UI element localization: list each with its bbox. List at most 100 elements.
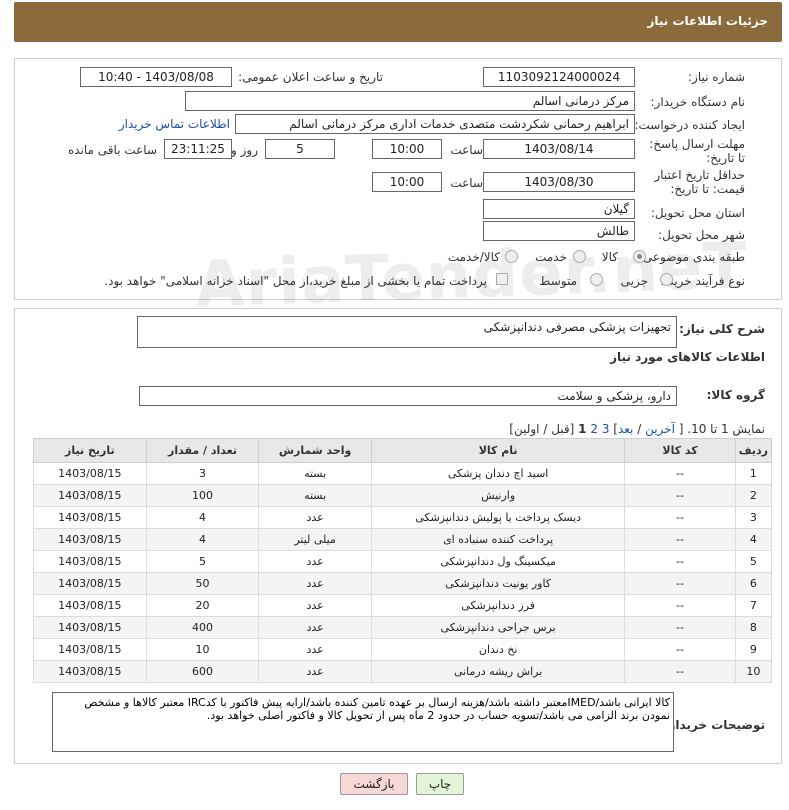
need-date-cell: 1403/08/15 (33, 550, 147, 573)
category-radio-service[interactable] (573, 250, 586, 263)
table-header-row: ردیف کد کالا نام کالا واحد شمارش تعداد /… (33, 438, 773, 463)
table-row: 3 -- دیسک پرداخت یا پولیش دندانپزشکی عدد 4 14… (33, 506, 773, 529)
quantity-cell: 400 (145, 616, 260, 639)
row-number-cell: 6 (734, 572, 773, 595)
goods-info-title: اطلاعات کالاهای مورد نیاز (610, 350, 765, 364)
table-row: 7 -- فرز دندانپزشکی عدد 20 1403/08/15 (33, 594, 773, 617)
unit-cell: عدد (258, 660, 372, 683)
need-number-field: 1103092124000024 (483, 67, 635, 87)
goods-code-cell: -- (624, 484, 736, 507)
creator-label: ایجاد کننده درخواست: (634, 118, 745, 132)
col-row-number: ردیف (734, 438, 773, 463)
treasury-payment-checkbox[interactable] (496, 273, 508, 285)
city-field: طالش (483, 221, 635, 241)
deadline-time-label: ساعت (450, 143, 483, 157)
price-validity-date-field: 1403/08/30 (483, 172, 635, 192)
unit-cell: عدد (258, 506, 372, 529)
buyer-notes-field[interactable]: کالا ایرانی باشد/IMEDمعتبر داشته باشد/هز… (52, 692, 674, 752)
goods-name-cell: دیسک پرداخت یا پولیش دندانپزشکی (370, 506, 626, 529)
quantity-cell: 50 (145, 572, 260, 595)
need-date-cell: 1403/08/15 (33, 462, 147, 485)
print-button[interactable]: چاپ (416, 773, 464, 795)
category-option-goods-service: کالا/خدمت (447, 250, 500, 264)
unit-cell: میلی لیتر (258, 528, 372, 551)
table-row: 8 -- برس جراحی دندانپزشکی عدد 400 1403/08/15 (33, 616, 773, 639)
row-number-cell: 3 (734, 506, 773, 529)
remaining-label: ساعت باقی مانده (67, 143, 157, 157)
quantity-cell: 10 (145, 638, 260, 661)
unit-cell: عدد (258, 616, 372, 639)
price-validity-label: حداقل تاریخ اعتبار قیمت: تا تاریخ: (654, 168, 745, 196)
goods-code-cell: -- (624, 550, 736, 573)
pagination-page-current: 1 (578, 422, 587, 436)
summary-text: تجهیزات پزشکی مصرفی دندانپزشکی (483, 320, 671, 334)
goods-code-cell: -- (624, 462, 736, 485)
unit-cell: عدد (258, 572, 372, 595)
province-field: گیلان (483, 199, 635, 219)
col-need-date: تاریخ نیاز (33, 438, 147, 463)
back-button[interactable]: بازگشت (340, 773, 408, 795)
pagination-prefix: نمایش 1 تا 10. [ (678, 422, 765, 436)
days-label: روز و (231, 143, 258, 157)
buyer-org-label: نام دستگاه خریدار: (650, 95, 746, 109)
need-date-cell: 1403/08/15 (33, 594, 147, 617)
row-number-cell: 9 (734, 638, 773, 661)
quantity-cell: 4 (145, 506, 260, 529)
announce-field: 1403/08/08 - 10:40 (80, 67, 232, 87)
purchase-radio-medium[interactable] (590, 273, 603, 286)
quantity-cell: 4 (145, 528, 260, 551)
announce-label: تاریخ و ساعت اعلان عمومی: (238, 70, 383, 84)
price-validity-time-field: 10:00 (372, 172, 442, 192)
summary-label: شرح کلی نیاز: (679, 322, 765, 336)
deadline-label: مهلت ارسال پاسخ: تا تاریخ: (649, 137, 745, 165)
quantity-cell: 3 (145, 462, 260, 485)
need-date-cell: 1403/08/15 (33, 572, 147, 595)
goods-group-label: گروه کالا: (706, 388, 765, 402)
goods-name-cell: اسید اچ دندان پزشکی (370, 462, 626, 485)
quantity-cell: 100 (145, 484, 260, 507)
table-row: 6 -- کاور یونیت دندانپزشکی عدد 50 1403/08/15 (33, 572, 773, 595)
purchase-option-medium: متوسط (539, 274, 577, 288)
need-date-cell: 1403/08/15 (33, 484, 147, 507)
category-radio-goods[interactable] (633, 250, 646, 263)
goods-code-cell: -- (624, 616, 736, 639)
unit-cell: عدد (258, 638, 372, 661)
pagination-last[interactable]: آخرین (645, 422, 675, 436)
days-field: 5 (265, 139, 335, 159)
pagination-page-2[interactable]: 2 (590, 422, 598, 436)
row-number-cell: 7 (734, 594, 773, 617)
goods-code-cell: -- (624, 638, 736, 661)
table-row: 1 -- اسید اچ دندان پزشکی بسته 3 1403/08/15 (33, 462, 773, 485)
goods-code-cell: -- (624, 660, 736, 683)
need-number-label: شماره نیاز: (688, 70, 745, 84)
buyer-notes-label: توضیحات خریدار: (663, 718, 765, 732)
purchase-radio-minor[interactable] (660, 273, 673, 286)
buyer-org-field: مرکز درمانی اسالم (185, 91, 635, 111)
deadline-time-field: 10:00 (372, 139, 442, 159)
category-radio-goods-service[interactable] (505, 250, 518, 263)
unit-cell: عدد (258, 550, 372, 573)
buyer-contact-link[interactable]: اطلاعات تماس خریدار (119, 117, 230, 131)
goods-table: ردیف کد کالا نام کالا واحد شمارش تعداد /… (33, 438, 773, 683)
purchase-option-minor: جزیی (620, 274, 648, 288)
row-number-cell: 8 (734, 616, 773, 639)
goods-name-cell: پرداخت کننده سنباده ای (370, 528, 626, 551)
col-quantity: تعداد / مقدار (145, 438, 260, 463)
goods-name-cell: براش ریشه درمانی (370, 660, 626, 683)
col-goods-code: کد کالا (624, 438, 736, 463)
page-header: جزئیات اطلاعات نیاز (14, 2, 782, 42)
goods-code-cell: -- (624, 594, 736, 617)
goods-code-cell: -- (624, 506, 736, 529)
table-row: 2 -- وارنیش بسته 100 1403/08/15 (33, 484, 773, 507)
goods-name-cell: وارنیش (370, 484, 626, 507)
need-date-cell: 1403/08/15 (33, 638, 147, 661)
goods-code-cell: -- (624, 528, 736, 551)
category-label: طبقه بندی موضوعی: (638, 250, 745, 264)
need-date-cell: 1403/08/15 (33, 528, 147, 551)
table-row: 4 -- پرداخت کننده سنباده ای میلی لیتر 4 1403/… (33, 528, 773, 551)
pagination-next[interactable]: بعد (618, 422, 633, 436)
unit-cell: بسته (258, 484, 372, 507)
pagination-page-3[interactable]: 3 (602, 422, 610, 436)
pagination: نمایش 1 تا 10. [ آخرین / بعد] 3 2 1 [قبل… (509, 422, 765, 436)
unit-cell: بسته (258, 462, 372, 485)
